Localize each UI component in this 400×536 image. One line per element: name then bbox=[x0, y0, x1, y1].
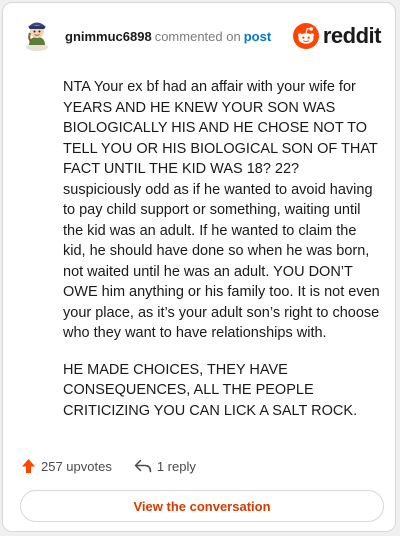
reddit-wordmark: reddit bbox=[322, 23, 382, 48]
reddit-logo-icon bbox=[292, 23, 319, 49]
post-link[interactable]: post bbox=[244, 29, 271, 44]
user-avatar-icon bbox=[26, 22, 48, 51]
username-link[interactable]: gnimmuc6898 bbox=[65, 29, 152, 44]
upvote-button[interactable]: 257 upvotes bbox=[21, 458, 112, 474]
comment-paragraph: NTA Your ex bf had an affair with your w… bbox=[63, 79, 380, 341]
reply-count: 1 reply bbox=[156, 458, 196, 474]
comment-paragraph: HE MADE CHOICES, THEY HAVE CONSEQUENCES,… bbox=[63, 361, 358, 419]
comment-body: NTA Your ex bf had an affair with your w… bbox=[63, 77, 381, 437]
reply-button[interactable]: 1 reply bbox=[134, 459, 196, 474]
comment-meta: gnimmuc6898 commented on post bbox=[65, 29, 271, 44]
comment-header: gnimmuc6898 commented on post reddit bbox=[3, 3, 395, 67]
upvote-count: 257 upvotes bbox=[41, 458, 112, 474]
upvote-arrow-icon bbox=[22, 459, 35, 473]
commented-on-text: commented on bbox=[154, 29, 241, 44]
comment-card: gnimmuc6898 commented on post reddit NTA Y… bbox=[2, 2, 396, 532]
view-conversation-button[interactable]: View the conversation bbox=[20, 490, 384, 522]
reddit-brand[interactable]: reddit bbox=[292, 23, 382, 49]
reply-icon bbox=[134, 459, 152, 473]
avatar[interactable] bbox=[21, 17, 53, 51]
comment-actions: 257 upvotes 1 reply bbox=[21, 456, 196, 476]
